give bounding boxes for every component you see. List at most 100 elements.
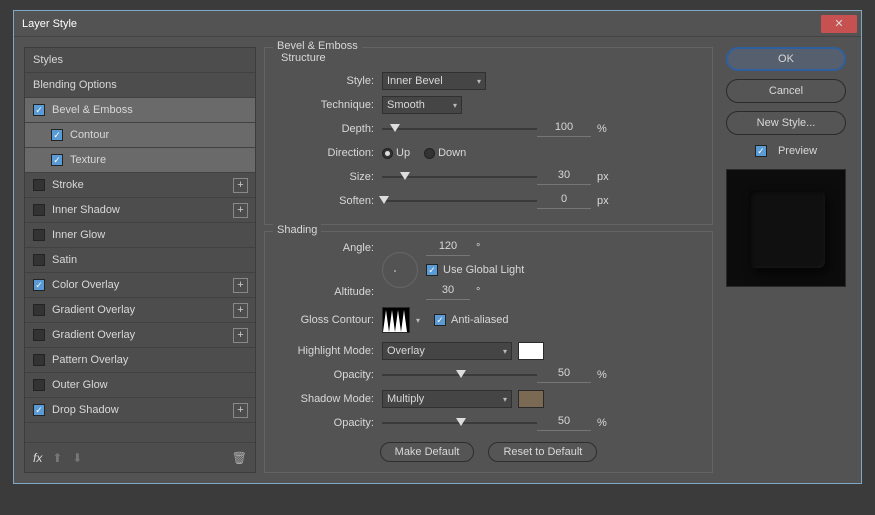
degree-unit: ° [470, 286, 492, 298]
checkbox-icon[interactable] [33, 279, 45, 291]
sidebar-item-label: Gradient Overlay [52, 304, 135, 316]
styles-sidebar: Styles Blending Options Bevel & Emboss C… [24, 47, 256, 473]
highlight-color-swatch[interactable] [518, 342, 544, 360]
bevel-emboss-group: Bevel & Emboss Structure Style: Inner Be… [264, 47, 713, 225]
shading-legend: Shading [273, 224, 321, 236]
trash-icon[interactable]: 🗑 [232, 451, 247, 465]
style-dropdown[interactable]: Inner Bevel ▾ [382, 72, 486, 90]
new-style-button[interactable]: New Style... [726, 111, 846, 135]
soften-value[interactable]: 0 [537, 193, 591, 209]
size-value[interactable]: 30 [537, 169, 591, 185]
highlight-mode-label: Highlight Mode: [275, 345, 382, 357]
sidebar-item-label: Inner Glow [52, 229, 105, 241]
dropdown-value: Inner Bevel [387, 75, 443, 87]
preview-checkbox[interactable] [755, 145, 767, 157]
sidebar-item-gradient-overlay[interactable]: Gradient Overlay + [25, 298, 255, 323]
sidebar-item-drop-shadow[interactable]: Drop Shadow+ [25, 398, 255, 423]
highlight-opacity-value[interactable]: 50 [537, 367, 591, 383]
checkbox-icon[interactable] [33, 354, 45, 366]
move-down-icon[interactable]: ⬇ [72, 451, 82, 465]
checkbox-icon[interactable] [51, 154, 63, 166]
checkbox-icon[interactable] [33, 304, 45, 316]
fx-icon[interactable]: fx [33, 451, 42, 465]
size-slider[interactable] [382, 168, 537, 186]
add-effect-icon[interactable]: + [233, 328, 248, 343]
angle-dial[interactable] [382, 252, 418, 288]
soften-unit: px [591, 195, 613, 207]
checkbox-icon[interactable] [33, 104, 45, 116]
sidebar-item-outer-glow[interactable]: Outer Glow [25, 373, 255, 398]
checkbox-icon[interactable] [33, 229, 45, 241]
layer-style-dialog: Layer Style ✕ Styles Blending Options Be… [13, 10, 862, 484]
depth-unit: % [591, 123, 613, 135]
sidebar-item-stroke[interactable]: Stroke+ [25, 173, 255, 198]
technique-dropdown[interactable]: Smooth ▾ [382, 96, 462, 114]
shadow-color-swatch[interactable] [518, 390, 544, 408]
sidebar-item-styles[interactable]: Styles [25, 48, 255, 73]
dropdown-value: Smooth [387, 99, 425, 111]
altitude-value[interactable]: 30 [426, 284, 470, 300]
add-effect-icon[interactable]: + [233, 178, 248, 193]
gloss-contour-picker[interactable] [382, 307, 410, 333]
checkbox-icon[interactable] [33, 379, 45, 391]
checkbox-icon[interactable] [33, 404, 45, 416]
checkbox-label: Preview [778, 145, 817, 157]
checkbox-icon[interactable] [33, 179, 45, 191]
shadow-mode-label: Shadow Mode: [275, 393, 382, 405]
angle-value[interactable]: 120 [426, 240, 470, 256]
sidebar-item-pattern-overlay[interactable]: Pattern Overlay [25, 348, 255, 373]
add-effect-icon[interactable]: + [233, 403, 248, 418]
checkbox-icon[interactable] [33, 329, 45, 341]
soften-slider[interactable] [382, 192, 537, 210]
shadow-mode-dropdown[interactable]: Multiply▾ [382, 390, 512, 408]
chevron-down-icon: ▾ [453, 101, 457, 110]
sidebar-item-satin[interactable]: Satin [25, 248, 255, 273]
sidebar-item-blending-options[interactable]: Blending Options [25, 73, 255, 98]
highlight-opacity-slider[interactable] [382, 366, 537, 384]
sidebar-item-inner-shadow[interactable]: Inner Shadow+ [25, 198, 255, 223]
titlebar[interactable]: Layer Style ✕ [14, 11, 861, 37]
add-effect-icon[interactable]: + [233, 278, 248, 293]
opacity-label: Opacity: [275, 369, 382, 381]
direction-up-radio[interactable] [382, 148, 393, 159]
checkbox-icon[interactable] [51, 129, 63, 141]
size-label: Size: [275, 171, 382, 183]
reset-to-default-button[interactable]: Reset to Default [488, 442, 597, 462]
depth-value[interactable]: 100 [537, 121, 591, 137]
global-light-checkbox[interactable] [426, 264, 438, 276]
radio-label: Down [438, 147, 466, 159]
sidebar-item-color-overlay[interactable]: Color Overlay + [25, 273, 255, 298]
anti-aliased-checkbox[interactable] [434, 314, 446, 326]
soften-label: Soften: [275, 195, 382, 207]
size-unit: px [591, 171, 613, 183]
direction-down-radio[interactable] [424, 148, 435, 159]
chevron-down-icon: ▾ [477, 77, 481, 86]
sidebar-item-gradient-overlay-2[interactable]: Gradient Overlay+ [25, 323, 255, 348]
shadow-opacity-slider[interactable] [382, 414, 537, 432]
checkbox-label: Anti-aliased [451, 314, 508, 326]
move-up-icon[interactable]: ⬆ [52, 451, 62, 465]
panel-title: Bevel & Emboss [273, 40, 362, 52]
depth-slider[interactable] [382, 120, 537, 138]
add-effect-icon[interactable]: + [233, 303, 248, 318]
sidebar-item-label: Color Overlay [52, 279, 119, 291]
shading-group: Shading Angle: 120 ° Use Global Light Al… [264, 231, 713, 473]
close-button[interactable]: ✕ [821, 15, 857, 33]
sidebar-item-texture[interactable]: Texture [25, 148, 255, 173]
add-effect-icon[interactable]: + [233, 203, 248, 218]
style-label: Style: [275, 75, 382, 87]
degree-unit: ° [470, 242, 492, 254]
highlight-mode-dropdown[interactable]: Overlay▾ [382, 342, 512, 360]
sidebar-item-label: Styles [33, 54, 63, 66]
chevron-down-icon[interactable]: ▾ [416, 316, 420, 325]
checkbox-icon[interactable] [33, 254, 45, 266]
sidebar-item-bevel-emboss[interactable]: Bevel & Emboss [25, 98, 255, 123]
sidebar-item-label: Blending Options [33, 79, 117, 91]
ok-button[interactable]: OK [726, 47, 846, 71]
cancel-button[interactable]: Cancel [726, 79, 846, 103]
sidebar-item-contour[interactable]: Contour [25, 123, 255, 148]
checkbox-icon[interactable] [33, 204, 45, 216]
make-default-button[interactable]: Make Default [380, 442, 475, 462]
sidebar-item-inner-glow[interactable]: Inner Glow [25, 223, 255, 248]
shadow-opacity-value[interactable]: 50 [537, 415, 591, 431]
